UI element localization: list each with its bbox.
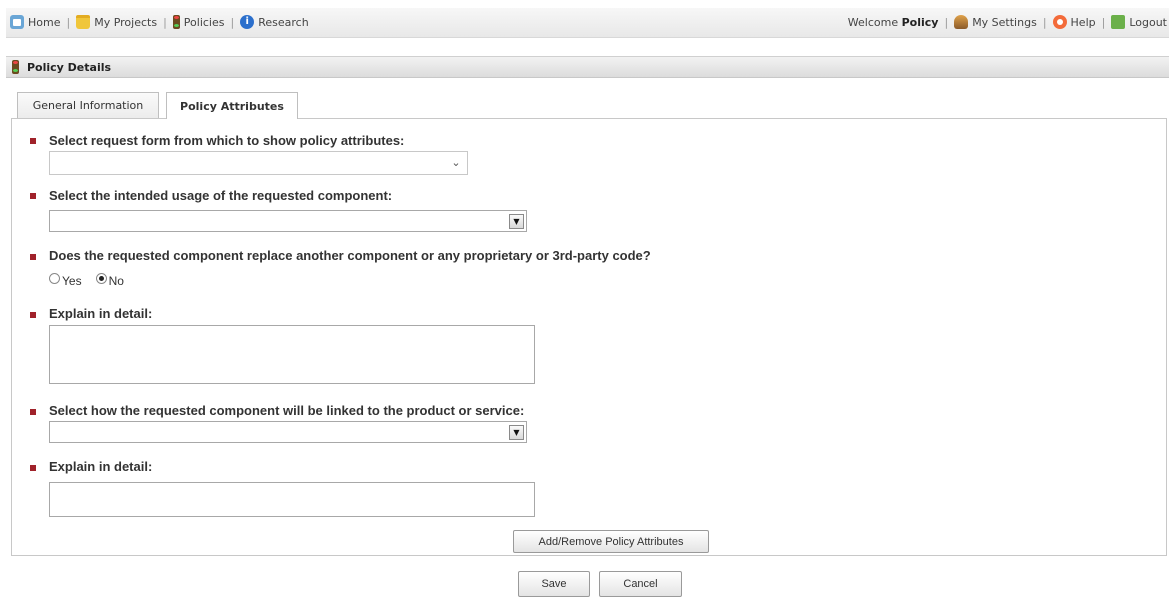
- nav-research[interactable]: i Research: [240, 15, 309, 29]
- top-nav-bar: Home | My Projects | Policies | i Resear…: [6, 8, 1169, 38]
- nav-research-label: Research: [258, 15, 309, 29]
- tab-general-information[interactable]: General Information: [17, 92, 159, 118]
- nav-separator: |: [1042, 15, 1047, 29]
- nav-separator: |: [230, 15, 235, 29]
- nav-logout-label: Logout: [1129, 15, 1167, 29]
- home-icon: [10, 15, 24, 29]
- q1-label: Select request form from which to show p…: [49, 133, 405, 148]
- radio-no-label: No: [108, 274, 124, 288]
- traffic-light-icon: [172, 15, 180, 29]
- request-form-select[interactable]: ⌄: [49, 151, 468, 175]
- explain-detail-textarea-1[interactable]: [49, 325, 535, 384]
- nav-right: Welcome Policy | My Settings | Help | Lo…: [848, 15, 1167, 29]
- nav-policies-label: Policies: [183, 15, 225, 29]
- tab-policy-attributes[interactable]: Policy Attributes: [166, 92, 298, 119]
- intended-usage-select[interactable]: ▼: [49, 210, 527, 232]
- radio-no[interactable]: [95, 272, 107, 284]
- question-bullet: [30, 312, 36, 318]
- question-bullet: [30, 254, 36, 260]
- welcome-user: Policy: [901, 15, 939, 29]
- q4-label: Explain in detail:: [49, 306, 153, 321]
- add-remove-policy-attributes-button[interactable]: Add/Remove Policy Attributes: [513, 530, 709, 553]
- save-button[interactable]: Save: [518, 571, 590, 597]
- nav-policies[interactable]: Policies: [172, 15, 225, 29]
- nav-home[interactable]: Home: [10, 15, 60, 29]
- nav-separator: |: [944, 15, 949, 29]
- traffic-light-icon: [12, 60, 19, 74]
- section-header: Policy Details: [6, 56, 1169, 78]
- dropdown-arrow-icon: ▼: [509, 214, 524, 229]
- nav-my-settings-label: My Settings: [972, 15, 1037, 29]
- nav-home-label: Home: [28, 15, 61, 29]
- nav-my-projects[interactable]: My Projects: [76, 15, 157, 29]
- welcome-text: Welcome Policy: [848, 16, 939, 29]
- radio-yes[interactable]: [49, 272, 60, 284]
- logout-icon: [1111, 15, 1126, 29]
- section-title: Policy Details: [27, 60, 112, 74]
- add-remove-policy-attributes-label: Add/Remove Policy Attributes: [538, 535, 684, 548]
- tab-general-information-label: General Information: [32, 99, 144, 112]
- question-bullet: [30, 409, 36, 415]
- linkage-select[interactable]: ▼: [49, 421, 527, 443]
- tab-policy-attributes-label: Policy Attributes: [180, 99, 284, 113]
- dropdown-arrow-icon: ▼: [509, 425, 524, 440]
- chevron-down-icon: ⌄: [451, 156, 461, 169]
- replace-component-radio-group: Yes No: [49, 271, 138, 288]
- nav-separator: |: [163, 15, 167, 29]
- question-bullet: [30, 138, 36, 144]
- welcome-prefix: Welcome: [847, 15, 899, 29]
- q2-label: Select the intended usage of the request…: [49, 188, 393, 203]
- question-bullet: [30, 465, 36, 471]
- nav-logout[interactable]: Logout: [1111, 15, 1167, 29]
- nav-left: Home | My Projects | Policies | i Resear…: [10, 15, 309, 29]
- help-icon: [1052, 15, 1067, 29]
- nav-separator: |: [66, 15, 71, 29]
- cancel-button-label: Cancel: [623, 578, 658, 590]
- nav-my-settings[interactable]: My Settings: [954, 15, 1037, 29]
- q6-label: Explain in detail:: [49, 459, 153, 474]
- radio-yes-label: Yes: [62, 274, 82, 288]
- save-button-label: Save: [541, 578, 567, 590]
- q5-label: Select how the requested component will …: [49, 403, 525, 418]
- nav-help[interactable]: Help: [1052, 15, 1096, 29]
- nav-separator: |: [1101, 15, 1106, 29]
- cancel-button[interactable]: Cancel: [599, 571, 682, 597]
- nav-my-projects-label: My Projects: [94, 15, 158, 29]
- nav-help-label: Help: [1070, 15, 1096, 29]
- explain-detail-textarea-2[interactable]: [49, 482, 535, 517]
- info-icon: i: [240, 15, 255, 29]
- folder-icon: [76, 15, 91, 29]
- q3-label: Does the requested component replace ano…: [49, 248, 651, 263]
- user-settings-icon: [954, 15, 969, 29]
- question-bullet: [30, 193, 36, 199]
